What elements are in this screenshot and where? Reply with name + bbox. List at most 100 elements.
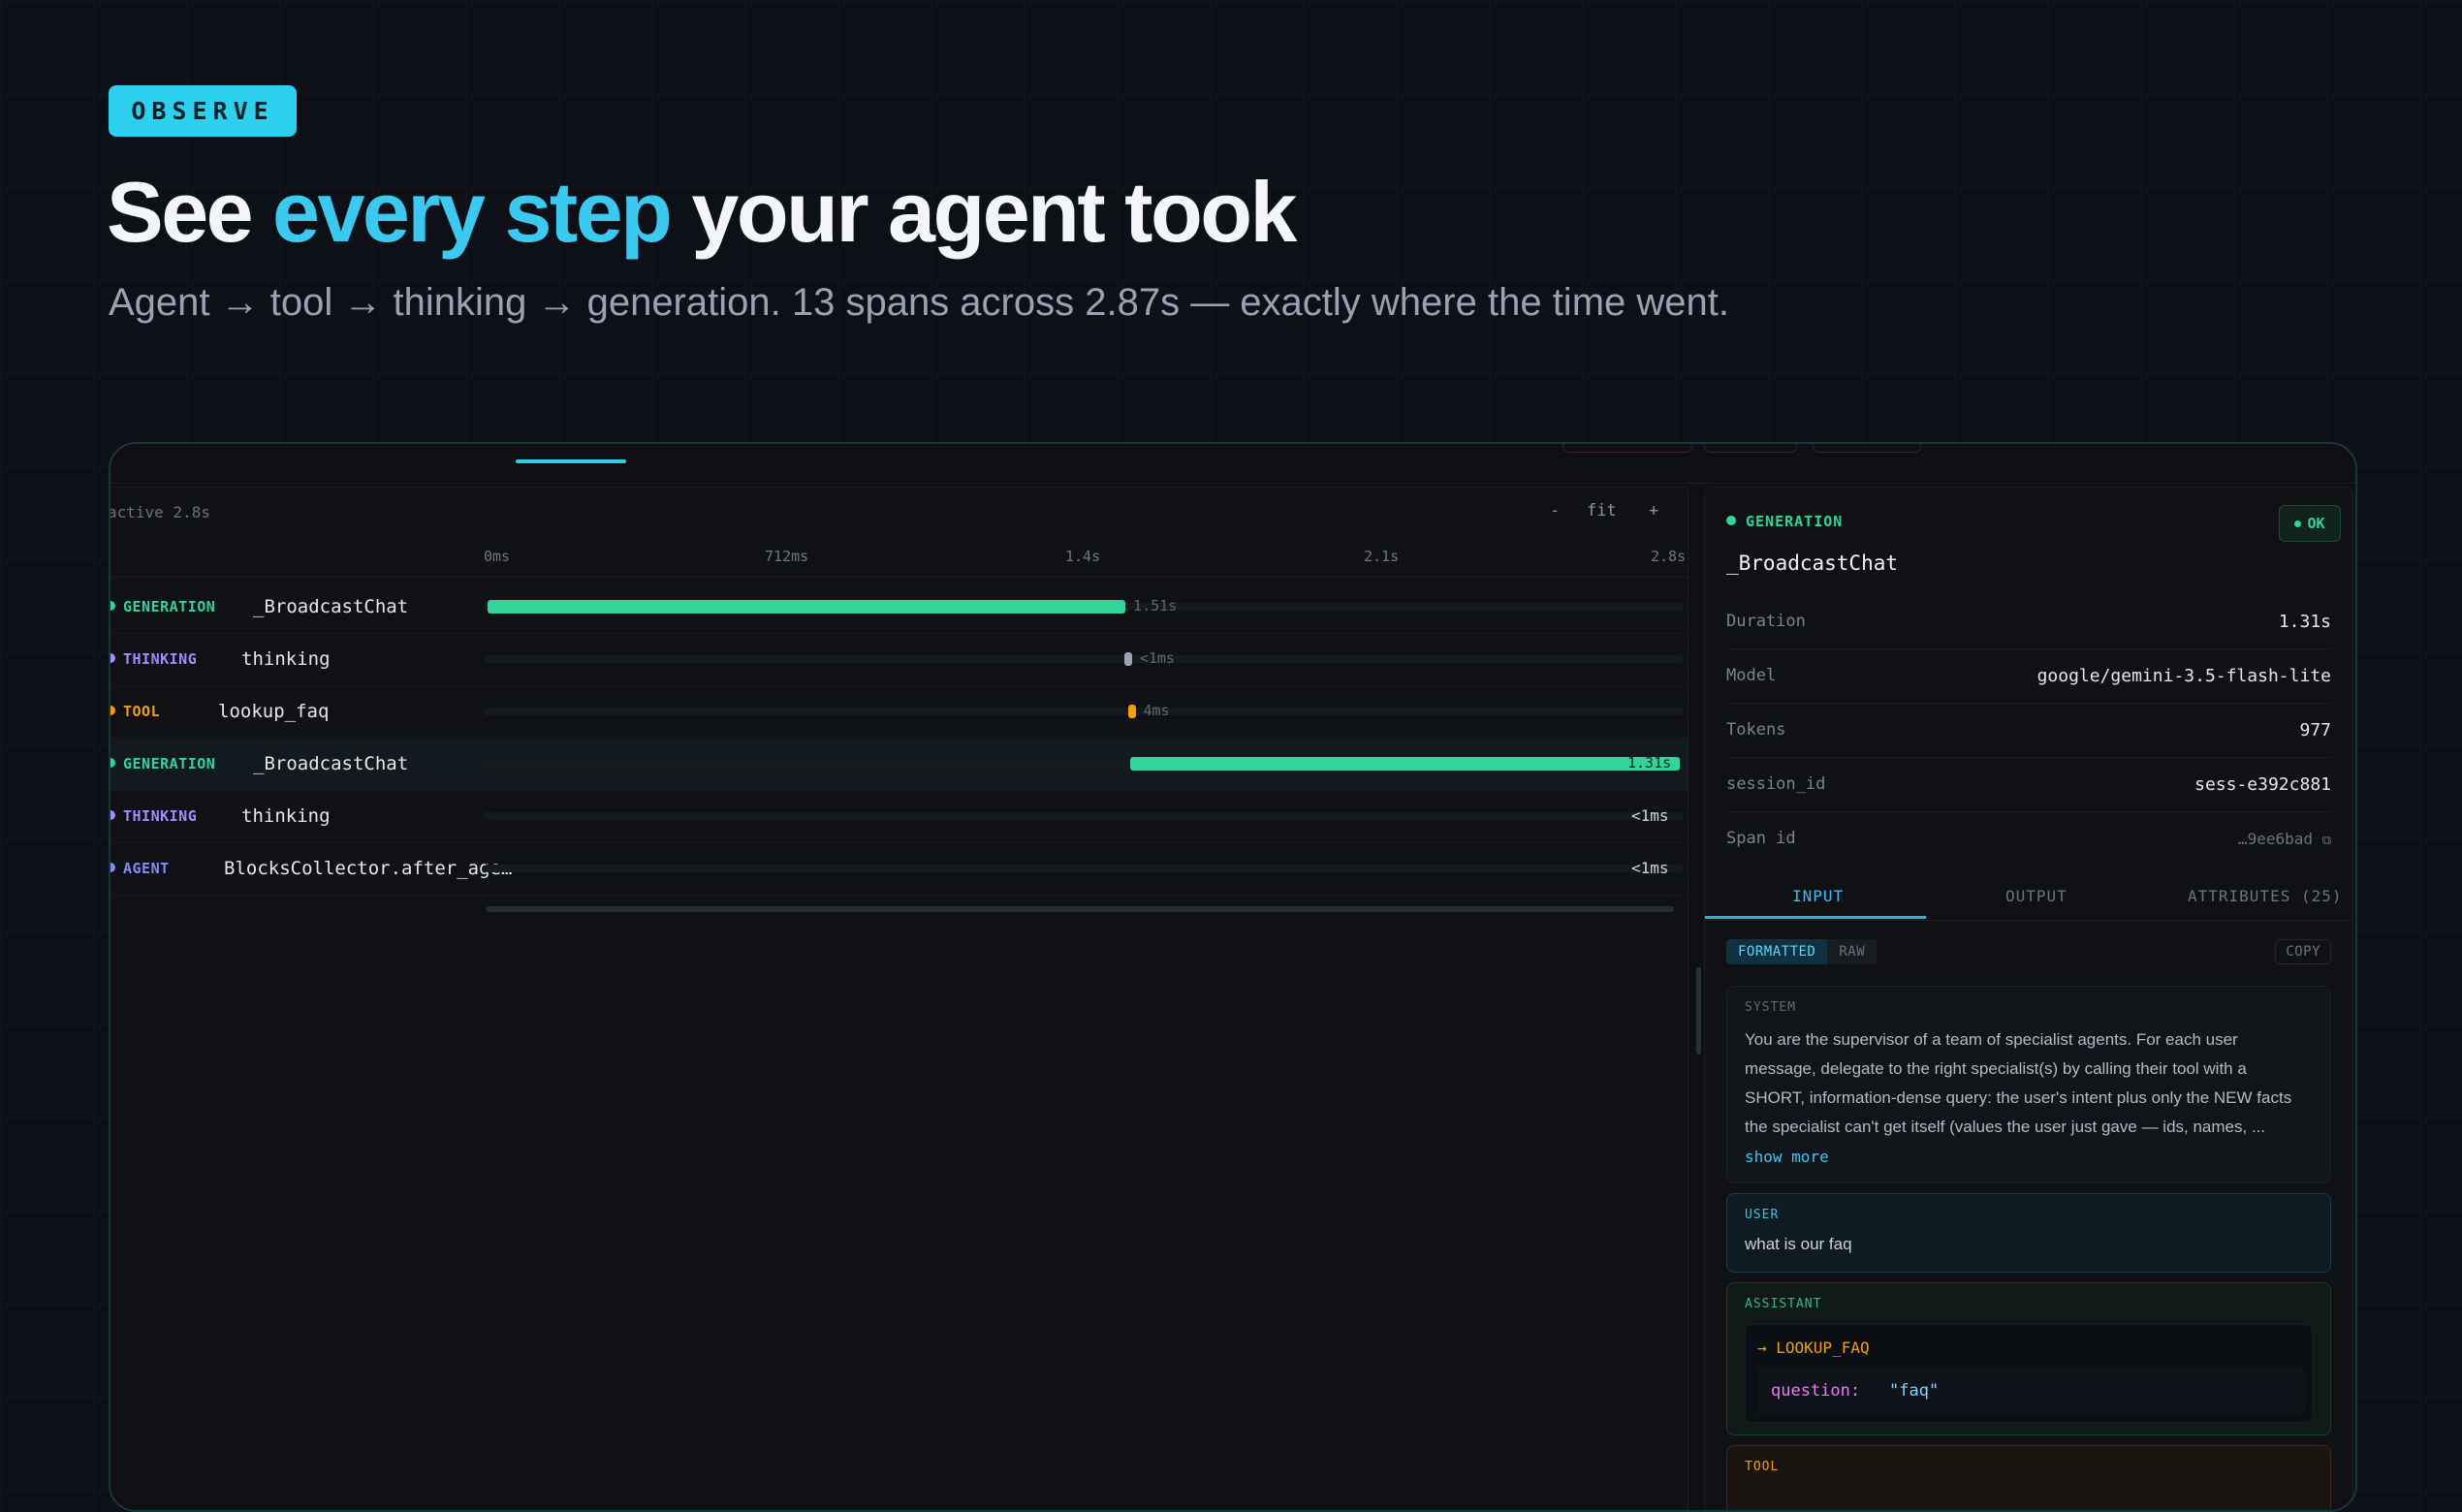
span-row[interactable]: AGENT BlocksCollector.after_age… <1ms <box>110 842 1688 896</box>
panel-resize-handle[interactable] <box>1696 967 1701 1055</box>
span-name: BlocksCollector.after_age… <box>224 858 513 879</box>
copy-button[interactable]: COPY <box>2275 939 2331 964</box>
tool-message: TOOL <box>1726 1445 2331 1510</box>
span-name: lookup_faq <box>218 701 330 722</box>
formatted-button[interactable]: FORMATTED <box>1726 939 1828 964</box>
span-type-dot <box>110 706 115 715</box>
meta-duration: Duration 1.31s <box>1726 594 2331 649</box>
meta-span-id: Span id …9ee6bad ⧉ <box>1726 811 2331 866</box>
span-duration: <1ms <box>1631 806 1669 825</box>
active-duration: active 2.8s <box>109 503 210 521</box>
span-bar[interactable] <box>488 600 1126 614</box>
span-type-dot <box>110 810 115 820</box>
span-type: GENERATION <box>123 755 216 772</box>
axis-tick: 1.4s <box>1065 548 1101 565</box>
message-role: ASSISTANT <box>1745 1297 1822 1311</box>
meta-value: google/gemini-3.5-flash-lite <box>2036 665 2331 686</box>
toolbar-button[interactable] <box>1813 444 1921 453</box>
assistant-message: ASSISTANT → LOOKUP_FAQ question: "faq" <box>1726 1282 2331 1435</box>
meta-value: 977 <box>2299 719 2331 740</box>
arg-key: question: <box>1771 1381 1861 1401</box>
axis-tick: 2.1s <box>1364 548 1400 565</box>
span-name: _BroadcastChat <box>253 596 409 617</box>
span-row[interactable]: GENERATION _BroadcastChat 1.31s <box>110 738 1688 791</box>
tool-call-name: → LOOKUP_FAQ <box>1757 1339 1870 1357</box>
span-type: THINKING <box>123 650 198 668</box>
active-tab-indicator <box>516 459 626 463</box>
axis-tick: 712ms <box>765 548 809 565</box>
span-row[interactable]: TOOL lookup_faq 4ms <box>110 685 1688 739</box>
system-message-text: You are the supervisor of a team of spec… <box>1745 1030 2292 1136</box>
span-duration: 4ms <box>1143 702 1170 719</box>
observe-badge: OBSERVE <box>109 85 297 137</box>
span-track <box>484 865 1684 872</box>
span-duration: 1.51s <box>1133 597 1178 614</box>
tab-underline <box>1705 916 1926 919</box>
span-type: AGENT <box>123 860 170 877</box>
hero-title: See every step your agent took <box>107 163 1297 262</box>
user-message: USER what is our faq <box>1726 1193 2331 1273</box>
message-role: TOOL <box>1745 1460 1780 1474</box>
span-duration: <1ms <box>1139 649 1175 667</box>
span-kind-label: GENERATION <box>1726 513 1843 530</box>
meta-key: Tokens <box>1726 720 1786 740</box>
meta-tokens: Tokens 977 <box>1726 703 2331 758</box>
meta-model: Model google/gemini-3.5-flash-lite <box>1726 648 2331 704</box>
span-track <box>484 655 1684 663</box>
span-kind-text: GENERATION <box>1746 513 1844 530</box>
span-name: thinking <box>241 648 331 670</box>
user-message-text: what is our faq <box>1745 1235 1852 1253</box>
span-timeline: active 2.8s - fit + 0ms 712ms 1.4s 2.1s … <box>109 487 1689 1510</box>
tab-input[interactable]: INPUT <box>1792 887 1844 905</box>
zoom-in-button[interactable]: + <box>1649 501 1658 520</box>
zoom-out-button[interactable]: - <box>1550 501 1560 520</box>
top-tab-bar <box>110 444 2355 484</box>
tab-attributes[interactable]: ATTRIBUTES (25) <box>2188 887 2343 905</box>
horizontal-scrollbar[interactable] <box>486 906 1674 912</box>
timeline-header: active 2.8s - fit + <box>109 488 1688 538</box>
format-toggle: FORMATTED RAW <box>1726 939 1878 964</box>
span-detail-panel: GENERATION OK _BroadcastChat Duration 1.3… <box>1704 487 2353 1510</box>
span-track <box>484 812 1684 820</box>
time-axis: 0ms 712ms 1.4s 2.1s 2.8s <box>110 542 1688 578</box>
system-message: SYSTEM You are the supervisor of a team … <box>1726 986 2331 1183</box>
detail-tabs: INPUT OUTPUT ATTRIBUTES (25) <box>1705 873 2352 921</box>
meta-value: 1.31s <box>2278 611 2331 632</box>
span-duration: <1ms <box>1631 859 1669 877</box>
tab-output[interactable]: OUTPUT <box>2005 887 2067 905</box>
axis-tick: 2.8s <box>1651 548 1687 565</box>
show-more-link[interactable]: show more <box>1745 1148 1829 1166</box>
span-type-dot <box>110 653 115 663</box>
copy-icon[interactable]: ⧉ <box>2322 834 2331 848</box>
message-role: USER <box>1745 1208 1780 1222</box>
meta-key: session_id <box>1726 774 1826 794</box>
span-bar[interactable] <box>1127 705 1136 718</box>
toolbar-button[interactable] <box>1704 444 1797 453</box>
title-accent: every step <box>272 164 673 260</box>
axis-tick: 0ms <box>484 548 511 565</box>
span-row[interactable]: GENERATION _BroadcastChat 1.51s <box>110 581 1688 634</box>
message-role: SYSTEM <box>1745 1000 1796 1015</box>
span-type: GENERATION <box>123 598 216 615</box>
span-type-dot <box>110 863 115 872</box>
span-name: _BroadcastChat <box>253 753 409 774</box>
meta-key: Model <box>1726 666 1777 685</box>
span-row[interactable]: THINKING thinking <1ms <box>110 790 1688 843</box>
status-dot <box>1726 516 1736 525</box>
zoom-fit-button[interactable]: fit <box>1587 501 1617 520</box>
span-name: thinking <box>241 805 331 827</box>
span-bar[interactable] <box>1123 652 1132 666</box>
hero-subtitle: Agent → tool → thinking → generation. 13… <box>109 281 1729 324</box>
toolbar-button[interactable] <box>1562 444 1692 453</box>
span-row[interactable]: THINKING thinking <1ms <box>110 633 1688 686</box>
trace-viewer: active 2.8s - fit + 0ms 712ms 1.4s 2.1s … <box>109 442 2357 1512</box>
meta-value[interactable]: …9ee6bad ⧉ <box>2238 830 2331 848</box>
span-bar[interactable] <box>1129 757 1680 771</box>
span-type: THINKING <box>123 807 198 825</box>
meta-value: sess-e392c881 <box>2194 773 2331 795</box>
span-type: TOOL <box>123 703 161 720</box>
span-duration: 1.31s <box>1627 754 1672 772</box>
raw-button[interactable]: RAW <box>1827 939 1878 964</box>
arg-value: "faq" <box>1889 1381 1940 1401</box>
meta-session-id: session_id sess-e392c881 <box>1726 757 2331 812</box>
